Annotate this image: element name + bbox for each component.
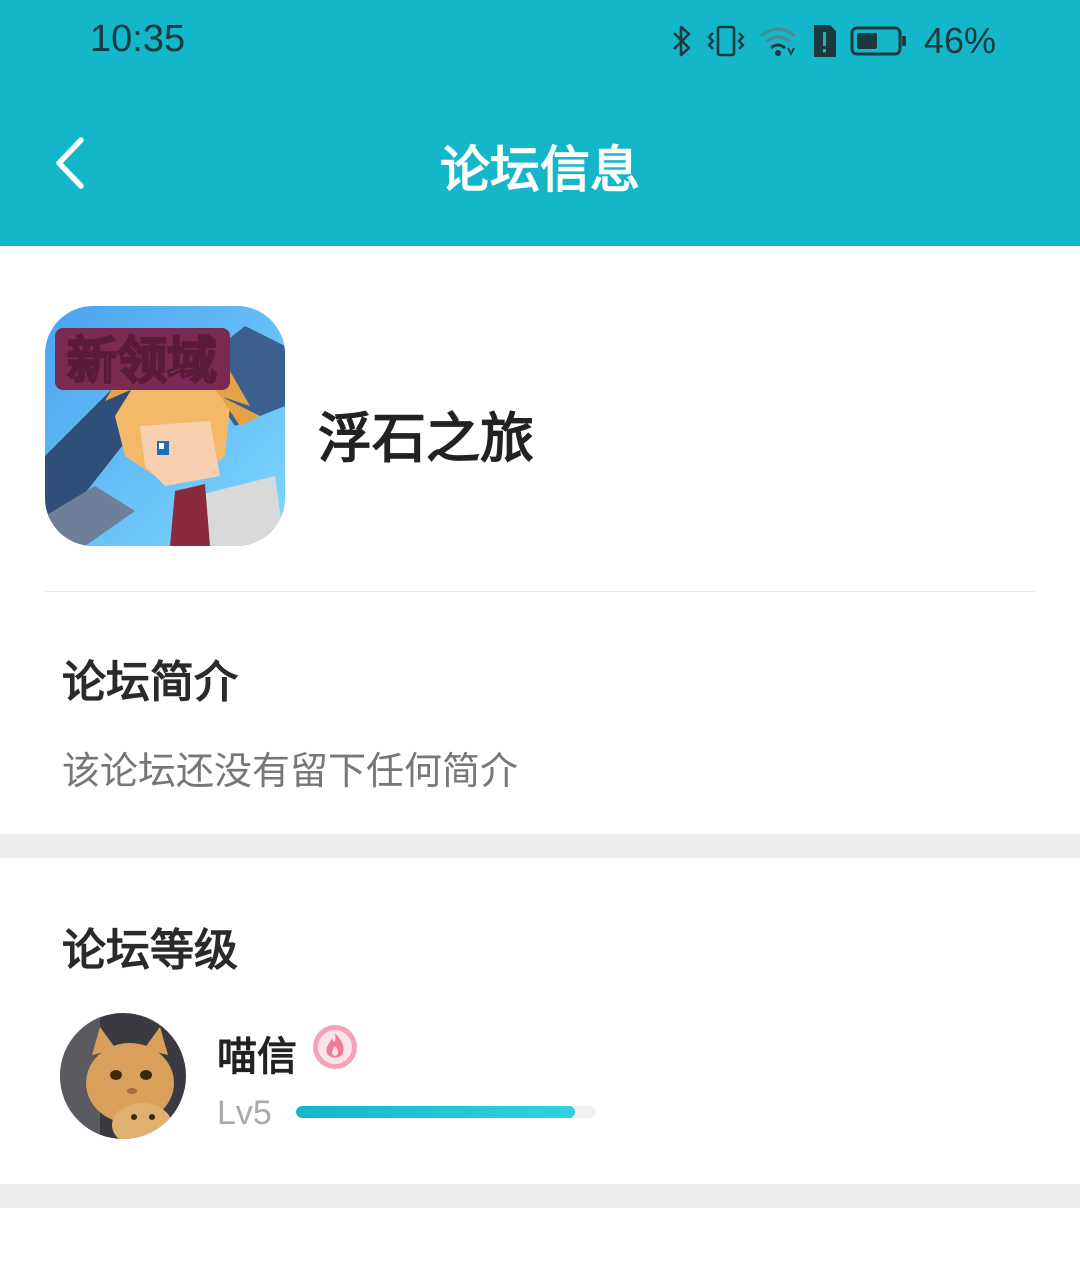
divider xyxy=(45,591,1035,592)
bluetooth-icon xyxy=(673,25,691,57)
status-icons: 46% xyxy=(670,18,996,64)
status-time: 10:35 xyxy=(90,18,186,60)
level-progress-bar xyxy=(296,1106,596,1118)
page-title: 论坛信息 xyxy=(440,141,640,199)
forum-app-icon[interactable]: 新领域 xyxy=(45,306,285,546)
level-label: Lv5 xyxy=(217,1094,272,1132)
forum-info-card: 新领域 浮石之旅 论坛简介 该论坛还没有留下任何简介 xyxy=(0,246,1080,834)
battery-percent: 46% xyxy=(923,20,996,61)
battery-icon xyxy=(850,26,906,56)
forum-name: 浮石之旅 xyxy=(318,407,534,470)
app-header: 10:35 46% 论坛信息 xyxy=(0,0,1080,246)
level-section-title: 论坛等级 xyxy=(62,925,238,976)
section-separator xyxy=(0,834,1080,858)
forum-icon-banner: 新领域 xyxy=(67,332,217,390)
wifi-icon xyxy=(759,27,796,57)
user-name[interactable]: 喵信 xyxy=(217,1024,297,1082)
section-separator xyxy=(0,1184,1080,1208)
level-progress-fill xyxy=(296,1106,575,1118)
vibrate-icon xyxy=(707,25,745,57)
intro-text: 该论坛还没有留下任何简介 xyxy=(62,749,519,793)
avatar[interactable] xyxy=(60,1013,186,1139)
forum-level-card: 论坛等级 喵信 Lv5 xyxy=(0,858,1080,1184)
flame-badge-icon xyxy=(312,1024,358,1070)
intro-section-title: 论坛简介 xyxy=(62,657,238,708)
alert-icon xyxy=(813,25,836,57)
